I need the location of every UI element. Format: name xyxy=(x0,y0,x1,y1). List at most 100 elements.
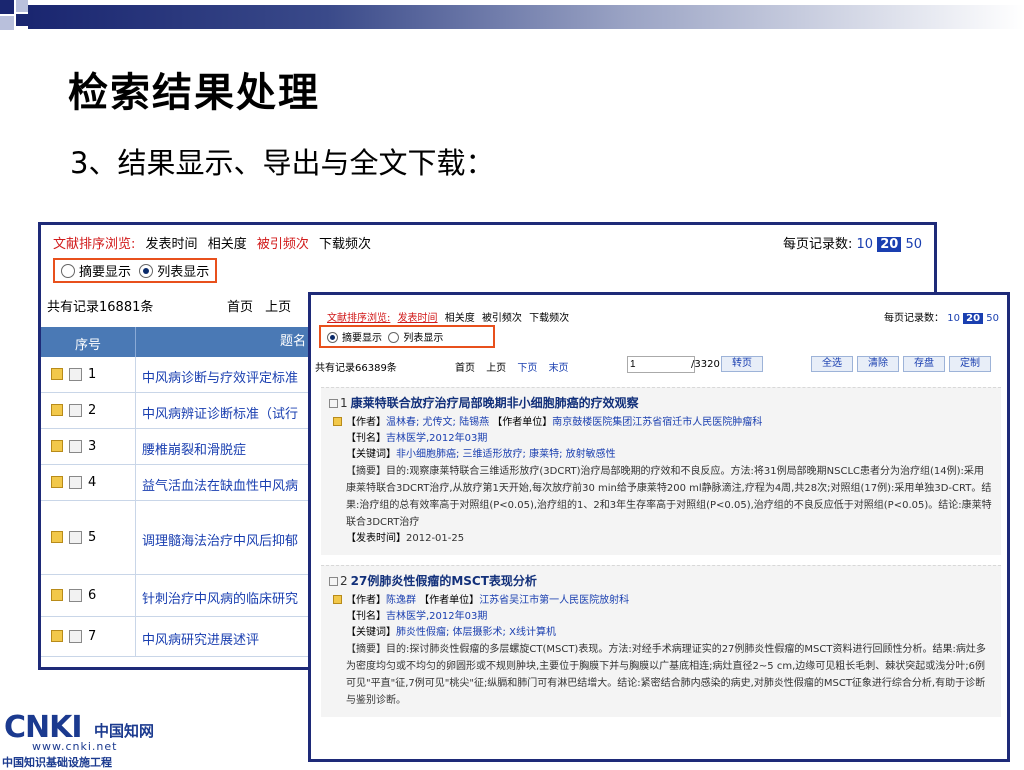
row-number: 7 xyxy=(88,629,97,644)
per-page-selector: 每页记录数: 10 20 50 xyxy=(783,233,922,252)
slide-subtitle: 3、结果显示、导出与全文下载： xyxy=(70,146,495,180)
mode-summary-label: 摘要显示 xyxy=(342,333,382,344)
journal-label: 【刊名】 xyxy=(346,611,386,622)
document-icon xyxy=(51,531,63,543)
row-checkbox[interactable] xyxy=(69,440,82,453)
prev-page-link[interactable]: 上页 xyxy=(486,363,506,374)
select-all-button[interactable]: 全选 xyxy=(811,356,853,372)
document-icon xyxy=(333,595,342,604)
save-button[interactable]: 存盘 xyxy=(903,356,945,372)
radio-list[interactable] xyxy=(388,332,400,343)
journal-link[interactable]: 吉林医学,2012年03期 xyxy=(386,611,487,622)
radio-summary[interactable] xyxy=(327,332,338,343)
row-checkbox[interactable] xyxy=(69,589,82,602)
row-checkbox[interactable] xyxy=(69,531,82,544)
list-item: 2 27例肺炎性假瘤的MSCT表现分析 【作者】陈逸群 【作者单位】江苏省吴江市第… xyxy=(321,565,1001,717)
sort-bar: 文献排序浏览: 发表时间 相关度 被引频次 下载频次 xyxy=(327,309,573,324)
document-icon xyxy=(51,630,63,642)
customize-button[interactable]: 定制 xyxy=(949,356,991,372)
row-checkbox[interactable] xyxy=(69,368,82,381)
slide-title: 检索结果处理 xyxy=(68,69,320,116)
radio-list[interactable] xyxy=(139,264,154,278)
logo-cn-name: 中国知网 xyxy=(94,722,155,740)
display-mode-toggle: 摘要显示 列表显示 xyxy=(53,258,218,283)
unit-label: 【作者单位】 xyxy=(419,595,480,606)
per-page-20[interactable]: 20 xyxy=(963,313,984,324)
per-page-50[interactable]: 50 xyxy=(905,237,922,252)
date-label: 【发表时间】 xyxy=(346,533,406,544)
pagination: 首页 上页 xyxy=(227,296,299,315)
row-title-link[interactable]: 中风病诊断与疗效评定标准 xyxy=(142,367,298,386)
journal-link[interactable]: 吉林医学,2012年03期 xyxy=(386,433,487,444)
document-icon xyxy=(51,589,63,601)
per-page-10[interactable]: 10 xyxy=(857,237,874,252)
row-checkbox[interactable] xyxy=(69,404,82,417)
row-number: 4 xyxy=(88,475,97,490)
header-gradient-bar xyxy=(28,5,1024,29)
result-checkbox[interactable] xyxy=(329,399,338,408)
sort-by-relevance[interactable]: 相关度 xyxy=(445,313,475,324)
row-number: 1 xyxy=(88,367,97,382)
mode-list-label: 列表显示 xyxy=(157,265,210,280)
per-page-label: 每页记录数: xyxy=(783,237,853,252)
clear-button[interactable]: 清除 xyxy=(857,356,899,372)
per-page-20[interactable]: 20 xyxy=(877,237,902,252)
mode-list-label: 列表显示 xyxy=(403,333,444,344)
unit-link[interactable]: 江苏省吴江市第一人民医院放射科 xyxy=(479,595,629,606)
sort-by-downloads[interactable]: 下载频次 xyxy=(319,237,371,252)
first-page-link[interactable]: 首页 xyxy=(455,363,475,374)
per-page-10[interactable]: 10 xyxy=(947,313,960,324)
row-number: 2 xyxy=(88,403,97,418)
row-title-link[interactable]: 调理髓海法治疗中风后抑郁 xyxy=(142,530,298,549)
header-decoration xyxy=(0,0,1024,30)
mode-summary-label: 摘要显示 xyxy=(79,265,132,280)
result-toolbar: 共有记录66389条 首页 上页 下页 末页 /3320 转页 全选 清除 存盘… xyxy=(311,355,1007,375)
row-title-link[interactable]: 腰椎崩裂和滑脱症 xyxy=(142,439,246,458)
col-header-title[interactable]: 题名 xyxy=(135,327,306,357)
row-number: 6 xyxy=(88,588,97,603)
keywords-link[interactable]: 非小细胞肺癌; 三维适形放疗; 康莱特; 放射敏感性 xyxy=(396,449,616,460)
radio-summary[interactable] xyxy=(61,264,75,278)
sort-label: 文献排序浏览: xyxy=(327,313,391,324)
col-header-no: 序号 xyxy=(74,338,101,353)
per-page-50[interactable]: 50 xyxy=(986,313,999,324)
row-checkbox[interactable] xyxy=(69,476,82,489)
abstract-label: 【摘要】 xyxy=(346,466,386,477)
unit-link[interactable]: 南京鼓楼医院集团江苏省宿迁市人民医院肿瘤科 xyxy=(552,417,762,428)
document-icon xyxy=(51,476,63,488)
keywords-link[interactable]: 肺炎性假瘤; 体层摄影术; X线计算机 xyxy=(396,627,556,638)
next-page-link[interactable]: 下页 xyxy=(517,363,537,374)
sort-by-date[interactable]: 发表时间 xyxy=(398,313,438,324)
cnki-logo: CNKI 中国知网 www.cnki.net 中国知识基础设施工程 xyxy=(2,706,172,769)
abstract-label: 【摘要】 xyxy=(346,644,386,655)
keywords-label: 【关键词】 xyxy=(346,627,396,638)
row-title-link[interactable]: 针刺治疗中风病的临床研究 xyxy=(142,588,298,607)
document-icon xyxy=(51,404,63,416)
row-title-link[interactable]: 中风病研究进展述评 xyxy=(142,629,259,648)
first-page-link[interactable]: 首页 xyxy=(227,300,253,315)
sort-by-citations[interactable]: 被引频次 xyxy=(482,313,522,324)
result-title-link[interactable]: 27例肺炎性假瘤的MSCT表现分析 xyxy=(351,574,537,588)
sort-by-date[interactable]: 发表时间 xyxy=(146,237,198,252)
row-title-link[interactable]: 中风病辨证诊断标准（试行 xyxy=(142,403,298,422)
result-checkbox[interactable] xyxy=(329,577,338,586)
prev-page-link[interactable]: 上页 xyxy=(265,300,291,315)
author-label: 【作者】 xyxy=(346,417,386,428)
page-count: /3320 xyxy=(691,359,720,370)
sort-bar: 文献排序浏览: 发表时间 相关度 被引频次 下载频次 xyxy=(53,233,377,252)
sort-by-downloads[interactable]: 下载频次 xyxy=(529,313,569,324)
sort-by-relevance[interactable]: 相关度 xyxy=(208,237,247,252)
page-number-input[interactable] xyxy=(627,356,695,373)
row-number: 3 xyxy=(88,439,97,454)
row-number: 5 xyxy=(88,530,97,545)
goto-page-button[interactable]: 转页 xyxy=(721,356,763,372)
last-page-link[interactable]: 末页 xyxy=(549,363,569,374)
author-link[interactable]: 温林春; 尤传文; 陆锡燕 xyxy=(386,417,489,428)
result-title-link[interactable]: 康莱特联合放疗治疗局部晚期非小细胞肺癌的疗效观察 xyxy=(351,396,639,410)
sort-label: 文献排序浏览: xyxy=(53,237,136,252)
result-list: 1 康莱特联合放疗治疗局部晚期非小细胞肺癌的疗效观察 【作者】温林春; 尤传文; … xyxy=(321,387,1001,727)
sort-by-citations[interactable]: 被引频次 xyxy=(257,237,309,252)
row-checkbox[interactable] xyxy=(69,630,82,643)
row-title-link[interactable]: 益气活血法在缺血性中风病 xyxy=(142,475,298,494)
author-link[interactable]: 陈逸群 xyxy=(386,595,416,606)
